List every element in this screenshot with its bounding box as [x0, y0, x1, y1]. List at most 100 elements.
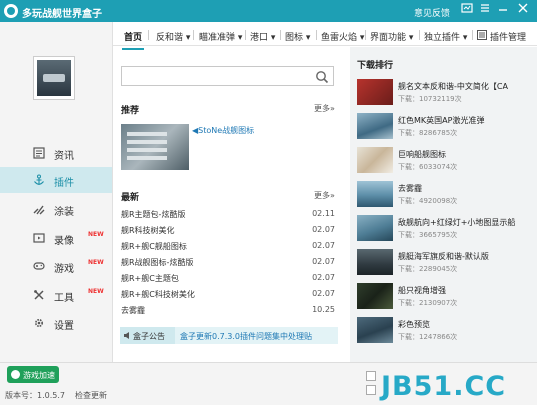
news-date: 02.07 [312, 257, 335, 266]
list-item[interactable]: 舰R+舰C科技树美化 02.07 [121, 288, 336, 302]
list-item[interactable]: 舰R战舰图标-炫酷版 02.07 [121, 256, 336, 270]
game-logo-image [37, 60, 71, 96]
sidebar-item-news[interactable]: 资讯 [0, 140, 112, 166]
download-item[interactable]: 彩色预览 下载：1247866次 [357, 317, 535, 347]
recommend-thumbnail[interactable] [121, 124, 189, 170]
search-input[interactable] [125, 69, 305, 83]
recommend-more-link[interactable]: 更多» [314, 103, 335, 114]
download-count: 下载：6033074次 [398, 163, 458, 171]
sidebar-item-tools[interactable]: 工具 NEW [0, 282, 112, 308]
minimize-icon[interactable] [495, 2, 511, 18]
game-accelerate-button[interactable]: 游戏加速 [7, 366, 59, 383]
notice-button[interactable]: 盒子公告 [120, 327, 175, 344]
news-title[interactable]: 舰R战舰图标-炫酷版 [121, 257, 193, 268]
tab-home[interactable]: 首页 [121, 30, 145, 50]
search-icon[interactable] [315, 70, 329, 84]
download-title[interactable]: 红色MK英国AP激光准弹 [398, 115, 484, 126]
window-title: 多玩战舰世界盒子 [22, 9, 102, 20]
tab-divider [472, 30, 473, 40]
list-item[interactable]: 去雾霾 10.25 [121, 304, 336, 318]
sidebar-item-label: 资讯 [54, 151, 74, 162]
tab-port[interactable]: 港口 ▾ [250, 30, 275, 43]
news-date: 02.11 [312, 209, 335, 218]
new-badge: NEW [88, 288, 104, 295]
list-item[interactable]: 舰R+舰C主题包 02.07 [121, 272, 336, 286]
recommend-item-title[interactable]: ◀StoNe战舰图标 [192, 125, 254, 136]
skin-icon[interactable] [459, 2, 475, 18]
download-item[interactable]: 红色MK英国AP激光准弹 下载：8286785次 [357, 113, 535, 143]
tab-standalone-plugins[interactable]: 独立插件 ▾ [424, 30, 467, 43]
download-title[interactable]: 巨响船舰图标 [398, 149, 446, 160]
download-title[interactable]: 去雾霾 [398, 183, 422, 194]
tab-bar: 首页 反和谐 ▾ 瞄准准弹 ▾ 港口 ▾ 图标 ▾ 鱼雷火焰 ▾ 界面功能 ▾ … [113, 22, 537, 50]
newspaper-icon [33, 147, 45, 159]
title-bar: 多玩战舰世界盒子 意见反馈 [0, 0, 537, 22]
latest-more-link[interactable]: 更多» [314, 190, 335, 201]
download-thumbnail [357, 79, 393, 105]
news-date: 02.07 [312, 241, 335, 250]
news-title[interactable]: 舰R科技树美化 [121, 225, 175, 236]
download-thumbnail [357, 215, 393, 241]
list-item[interactable]: 舰R+舰C舰船图标 02.07 [121, 240, 336, 254]
download-item[interactable]: 巨响船舰图标 下载：6033074次 [357, 147, 535, 177]
news-date: 10.25 [312, 305, 335, 314]
news-title[interactable]: 舰R+舰C舰船图标 [121, 241, 187, 252]
download-item[interactable]: 舰艇海军旗反和谐-默认版 下载：2289045次 [357, 249, 535, 279]
sidebar-item-label: 涂装 [54, 207, 74, 218]
close-icon[interactable] [515, 2, 531, 18]
plugin-manager-icon [477, 30, 487, 40]
news-title[interactable]: 舰R+舰C主题包 [121, 273, 179, 284]
download-thumbnail [357, 249, 393, 275]
download-count: 下载：2289045次 [398, 265, 458, 273]
tab-ui-features[interactable]: 界面功能 ▾ [370, 30, 413, 43]
download-title[interactable]: 船只视角增强 [398, 285, 446, 296]
news-title[interactable]: 舰R主题包-炫酷版 [121, 209, 185, 220]
download-item[interactable]: 舰名文本反和谐-中文简化【CA 下载：10732119次 [357, 79, 535, 109]
sidebar-item-label: 插件 [54, 178, 74, 189]
tools-icon [34, 290, 44, 300]
sidebar-item-label: 游戏 [54, 264, 74, 275]
list-item[interactable]: 舰R主题包-炫酷版 02.11 [121, 208, 336, 222]
news-title[interactable]: 舰R+舰C科技树美化 [121, 289, 195, 300]
sidebar-item-settings[interactable]: 设置 [0, 310, 112, 336]
feedback-link[interactable]: 意见反馈 [414, 6, 450, 19]
news-title[interactable]: 去雾霾 [121, 305, 145, 316]
download-item[interactable]: 敌舰航向+红绿灯+小地图显示船 下载：3665795次 [357, 215, 535, 245]
news-date: 02.07 [312, 225, 335, 234]
list-item[interactable]: 舰R科技树美化 02.07 [121, 224, 336, 238]
checkbox[interactable] [366, 371, 376, 381]
sidebar-item-label: 工具 [54, 293, 74, 304]
download-count: 下载：3665795次 [398, 231, 458, 239]
check-update-link[interactable]: 检查更新 [75, 390, 107, 401]
tab-divider [365, 30, 366, 40]
watermark: JB51.CC [381, 371, 507, 402]
app-logo-icon [4, 4, 18, 18]
download-count: 下载：10732119次 [398, 95, 462, 103]
accelerate-icon [11, 370, 20, 379]
menu-icon[interactable] [477, 2, 493, 18]
sidebar-item-games[interactable]: 游戏 NEW [0, 253, 112, 279]
checkbox[interactable] [366, 385, 376, 395]
tab-torpedo-fire[interactable]: 鱼雷火焰 ▾ [321, 30, 364, 43]
download-title[interactable]: 舰名文本反和谐-中文简化【CA [398, 81, 508, 92]
tab-divider [280, 30, 281, 40]
tab-aiming[interactable]: 瞄准准弹 ▾ [199, 30, 242, 43]
download-count: 下载：2130907次 [398, 299, 458, 307]
download-title[interactable]: 舰艇海军旗反和谐-默认版 [398, 251, 489, 262]
avatar[interactable] [33, 56, 75, 100]
sidebar-item-plugins[interactable]: 插件 [0, 167, 112, 193]
notice-text[interactable]: 盒子更新0.7.3.0插件问题集中处理贴 [180, 331, 312, 342]
download-item[interactable]: 去雾霾 下载：4920098次 [357, 181, 535, 211]
sidebar-item-replays[interactable]: 录像 NEW [0, 225, 112, 251]
download-title[interactable]: 彩色预览 [398, 319, 430, 330]
tab-anti-harmony[interactable]: 反和谐 ▾ [156, 30, 190, 43]
brush-icon [33, 205, 45, 215]
download-item[interactable]: 船只视角增强 下载：2130907次 [357, 283, 535, 313]
download-title[interactable]: 敌舰航向+红绿灯+小地图显示船 [398, 217, 515, 228]
sidebar-item-label: 录像 [54, 236, 74, 247]
tab-icons[interactable]: 图标 ▾ [285, 30, 310, 43]
news-date: 02.07 [312, 273, 335, 282]
tab-plugin-manager[interactable]: 插件管理 [490, 30, 526, 43]
recommend-title: 推荐 [121, 106, 140, 116]
sidebar-item-skins[interactable]: 涂装 [0, 196, 112, 222]
